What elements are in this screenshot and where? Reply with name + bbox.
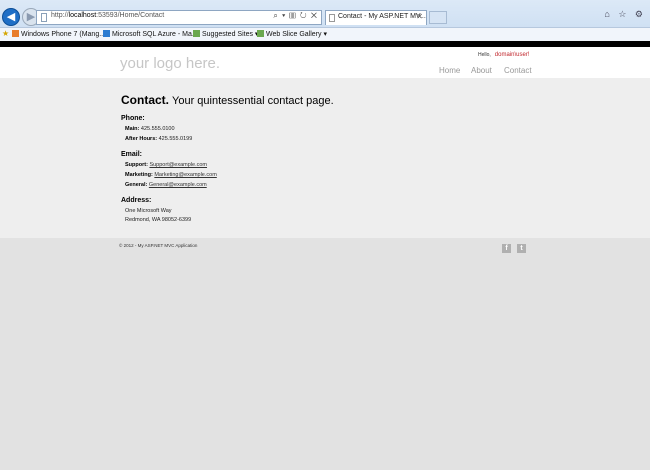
- email-marketing-label: Marketing:: [125, 172, 153, 178]
- site-header: [0, 47, 650, 78]
- login-user-link[interactable]: domain\user!: [495, 52, 530, 58]
- phone-after-label: After Hours:: [125, 136, 158, 142]
- favorite-icon: [12, 30, 19, 37]
- favorites-star-icon[interactable]: ★: [2, 29, 9, 38]
- login-display: Hello, domain\user!: [478, 52, 529, 58]
- menu-item-contact[interactable]: Contact: [504, 66, 532, 75]
- menu-item-home[interactable]: Home: [439, 66, 460, 75]
- twitter-icon[interactable]: t: [517, 244, 526, 253]
- site-logo[interactable]: your logo here.: [120, 55, 220, 72]
- url-host: localhost: [68, 12, 97, 19]
- phone-after-value: 425.555.0199: [158, 136, 193, 142]
- favorite-icon: [103, 30, 110, 37]
- toolbar-icons[interactable]: ⌂ ☆ ⚙: [604, 9, 646, 20]
- phone-after-hours: After Hours: 425.555.0199: [125, 136, 192, 142]
- phone-main-label: Main:: [125, 126, 140, 132]
- favorite-icon: [193, 30, 200, 37]
- favorite-item-sql-azure[interactable]: Microsoft SQL Azure - Ma...: [103, 30, 198, 38]
- facebook-icon[interactable]: f: [502, 244, 511, 253]
- favorite-label: Suggested Sites ▾: [202, 31, 259, 38]
- address-actions-icons[interactable]: ⌕ ▾ ▥ ↻ ✕: [273, 11, 318, 21]
- email-marketing-link[interactable]: Marketing@example.com: [154, 172, 216, 178]
- favorite-label: Windows Phone 7 (Mang...: [21, 31, 106, 38]
- email-general: General: General@example.com: [125, 182, 207, 188]
- email-general-link[interactable]: General@example.com: [149, 182, 207, 188]
- page-title-main: Contact.: [121, 93, 169, 107]
- address-line-2: Redmond, WA 98052-6399: [125, 217, 192, 223]
- phone-main-value: 425.555.0100: [140, 126, 175, 132]
- page-subtitle: Your quintessential contact page.: [172, 95, 334, 107]
- address-line-1: One Microsoft Way: [125, 208, 172, 214]
- email-marketing: Marketing: Marketing@example.com: [125, 172, 217, 178]
- copyright-text: © 2012 - My ASP.NET MVC Application: [119, 243, 198, 248]
- url-prefix: http://: [51, 12, 69, 19]
- favorite-icon: [257, 30, 264, 37]
- forward-arrow-icon: ▶: [26, 11, 36, 23]
- email-support-link[interactable]: Support@example.com: [149, 162, 207, 168]
- email-support: Support: Support@example.com: [125, 162, 207, 168]
- tab-contact[interactable]: Contact - My ASP.NET MV... ✕: [325, 10, 427, 25]
- tab-close-icon[interactable]: ✕: [416, 12, 423, 21]
- site-footer: [0, 238, 650, 470]
- favorite-label: Microsoft SQL Azure - Ma...: [112, 31, 198, 38]
- email-general-label: General:: [125, 182, 148, 188]
- menu-item-about[interactable]: About: [471, 66, 492, 75]
- back-button[interactable]: ◀: [2, 8, 20, 26]
- favorite-label: Web Slice Gallery ▾: [266, 31, 327, 38]
- url-path: :53593/Home/Contact: [96, 12, 165, 19]
- favorite-item-web-slice-gallery[interactable]: Web Slice Gallery ▾: [257, 30, 327, 38]
- favorite-item-windows-phone[interactable]: Windows Phone 7 (Mang...: [12, 30, 105, 38]
- address-url[interactable]: http://localhost:53593/Home/Contact: [51, 12, 164, 19]
- new-tab-button[interactable]: [429, 11, 447, 24]
- address-bar[interactable]: http://localhost:53593/Home/Contact ⌕ ▾ …: [36, 10, 322, 25]
- back-arrow-icon: ◀: [6, 11, 16, 23]
- browser-chrome: ◀ ▶ http://localhost:53593/Home/Contact …: [0, 0, 650, 41]
- email-support-label: Support:: [125, 162, 148, 168]
- phone-heading: Phone:: [121, 115, 145, 122]
- tab-title: Contact - My ASP.NET MV...: [338, 13, 426, 20]
- tab-favicon-icon: [329, 14, 335, 22]
- favorites-bar: ★ Windows Phone 7 (Mang... Microsoft SQL…: [0, 27, 650, 41]
- email-heading: Email:: [121, 151, 143, 158]
- page-icon: [41, 13, 47, 22]
- page-title: Contact. Your quintessential contact page…: [121, 93, 334, 107]
- login-greeting: Hello,: [478, 52, 491, 58]
- phone-main: Main: 425.555.0100: [125, 126, 175, 132]
- favorite-item-suggested-sites[interactable]: Suggested Sites ▾: [193, 30, 258, 38]
- address-heading: Address:: [121, 197, 152, 204]
